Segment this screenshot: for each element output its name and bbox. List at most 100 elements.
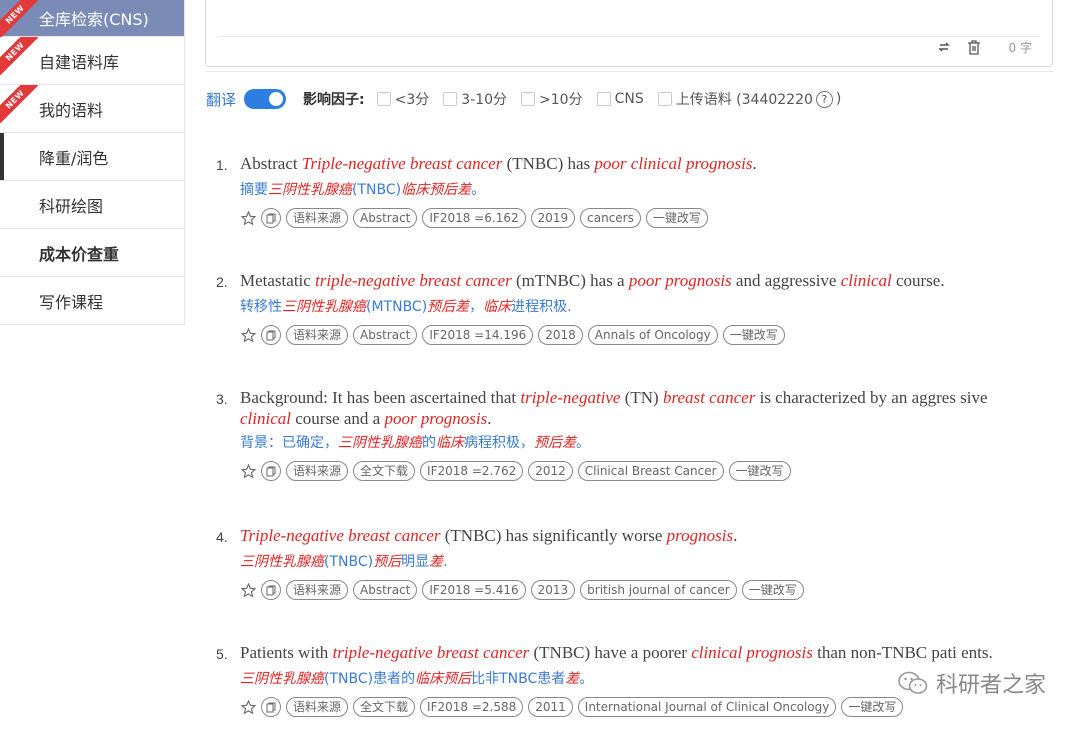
swap-icon[interactable] <box>935 38 953 56</box>
sidebar-item-full-search[interactable]: NEW 全库检索(CNS) <box>0 0 185 38</box>
filter-if-gt10[interactable]: >10分 <box>521 89 583 109</box>
filter-cns[interactable]: CNS <box>596 91 644 107</box>
year-tag[interactable]: 2012 <box>528 461 573 481</box>
sidebar-item-plagiarism-check[interactable]: 成本价查重 <box>0 229 185 277</box>
result-english: 2. Metastatic triple-negative breast canc… <box>216 270 1028 293</box>
copy-icon[interactable] <box>261 580 281 600</box>
impact-factor-tag[interactable]: IF2018 =14.196 <box>422 325 534 345</box>
highlight-term: poor clinical prognosis <box>594 154 753 173</box>
highlight-term: 临床预后 <box>415 671 472 687</box>
copy-icon[interactable] <box>261 461 281 481</box>
result-english-text: Triple-negative breast cancer (TNBC) has… <box>240 525 1028 548</box>
result-item: 2. Metastatic triple-negative breast canc… <box>216 270 1028 345</box>
checkbox[interactable] <box>376 92 391 106</box>
sidebar-item-custom-corpus[interactable]: NEW 自建语料库 <box>0 37 185 85</box>
type-tag[interactable]: Abstract <box>353 580 418 600</box>
highlight-term: triple-negative breast cancer <box>332 643 530 662</box>
impact-factor-tag[interactable]: IF2018 =2.588 <box>420 697 524 717</box>
word-count: 0 字 <box>1008 40 1032 55</box>
checkbox[interactable] <box>521 92 536 106</box>
divider <box>205 71 1053 72</box>
star-icon[interactable] <box>240 699 256 715</box>
highlight-term: clinical <box>240 409 291 428</box>
rewrite-button[interactable]: 一键改写 <box>841 697 904 717</box>
result-english-text: Abstract Triple-negative breast cancer (… <box>240 153 1028 176</box>
result-english-text: Patients with triple-negative breast can… <box>240 642 1028 665</box>
journal-tag[interactable]: International Journal of Clinical Oncolo… <box>577 697 837 717</box>
journal-tag[interactable]: british journal of cancer <box>580 580 737 600</box>
text-segment: Abstract <box>240 154 302 173</box>
sidebar-item-writing-course[interactable]: 写作课程 <box>0 277 185 325</box>
rewrite-button[interactable]: 一键改写 <box>728 461 791 481</box>
source-tag[interactable]: 语料来源 <box>286 697 349 717</box>
editor-toolbar: 0 字 <box>935 38 1032 56</box>
star-icon[interactable] <box>240 582 256 598</box>
star-icon[interactable] <box>240 327 256 343</box>
highlight-term: prognosis <box>666 526 734 545</box>
type-tag[interactable]: Abstract <box>353 208 418 228</box>
checkbox[interactable] <box>443 92 458 106</box>
journal-tag[interactable]: Annals of Oncology <box>587 325 718 345</box>
result-translation: 背景：已确定，三阴性乳腺癌的临床病程积极，预后差。 <box>240 433 1028 453</box>
highlight-term: 临床预后差 <box>401 182 472 198</box>
impact-factor-tag[interactable]: IF2018 =5.416 <box>422 580 526 600</box>
copy-icon[interactable] <box>261 208 281 228</box>
translate-toggle[interactable] <box>244 89 287 109</box>
source-tag[interactable]: 语料来源 <box>286 461 349 481</box>
filter-if-3-10[interactable]: 3-10分 <box>443 89 507 109</box>
new-badge: NEW <box>0 85 38 123</box>
sidebar-item-my-corpus[interactable]: NEW 我的语料 <box>0 85 185 133</box>
impact-factor-tag[interactable]: IF2018 =6.162 <box>422 208 526 228</box>
source-tag[interactable]: 语料来源 <box>286 580 349 600</box>
text-segment: 。 <box>576 435 590 451</box>
type-tag[interactable]: Abstract <box>353 325 418 345</box>
sidebar-item-drawing[interactable]: 科研绘图 <box>0 181 185 229</box>
filter-if-lt3[interactable]: <3分 <box>376 89 429 109</box>
result-tags: 语料来源 全文下载 IF2018 =2.588 2011 International J… <box>240 697 1028 717</box>
year-tag[interactable]: 2018 <box>538 325 583 345</box>
divider <box>218 36 1040 37</box>
text-segment: Background: It has been ascertained that <box>240 388 521 407</box>
text-segment: Patients with <box>240 643 333 662</box>
trash-icon[interactable] <box>965 38 983 56</box>
journal-tag[interactable]: cancers <box>580 208 641 228</box>
filter-uploaded-corpus[interactable]: 上传语料 (34402220 ? ) <box>657 89 841 109</box>
text-segment: ， <box>469 299 484 315</box>
journal-tag[interactable]: Clinical Breast Cancer <box>577 461 724 481</box>
star-icon[interactable] <box>240 463 256 479</box>
source-tag[interactable]: 语料来源 <box>286 325 349 345</box>
impact-factor-tag[interactable]: IF2018 =2.762 <box>420 461 524 481</box>
source-tag[interactable]: 语料来源 <box>286 208 349 228</box>
year-tag[interactable]: 2013 <box>530 580 576 600</box>
rewrite-button[interactable]: 一键改写 <box>645 208 708 228</box>
search-text-area[interactable]: 0 字 <box>205 0 1053 67</box>
year-tag[interactable]: 2011 <box>528 697 573 717</box>
text-segment: 病程积极， <box>464 435 534 451</box>
checkbox[interactable] <box>657 92 672 106</box>
year-tag[interactable]: 2019 <box>530 208 576 228</box>
result-english: 3. Background: It has been ascertained th… <box>216 387 1028 429</box>
type-tag[interactable]: 全文下载 <box>353 461 416 481</box>
help-icon[interactable]: ? <box>815 90 833 108</box>
result-number: 5. <box>216 646 228 662</box>
copy-icon[interactable] <box>261 697 281 717</box>
checkbox[interactable] <box>596 92 611 106</box>
sidebar-item-polish[interactable]: 降重/润色 <box>0 133 185 181</box>
sidebar-item-label: 科研绘图 <box>39 196 104 216</box>
text-segment: course and a <box>290 409 385 428</box>
text-segment: 明显 <box>401 554 430 570</box>
text-segment: 摘要 <box>240 182 268 198</box>
rewrite-button[interactable]: 一键改写 <box>741 580 804 600</box>
text-segment: (TNBC) has significantly worse <box>440 526 667 545</box>
translate-label: 翻译 <box>206 90 237 109</box>
text-segment: 的 <box>422 435 436 451</box>
rewrite-button[interactable]: 一键改写 <box>722 325 785 345</box>
text-segment: 比非TNBC患者 <box>471 671 566 687</box>
result-english: 4. Triple-negative breast cancer (TNBC) h… <box>216 525 1028 548</box>
result-number: 1. <box>216 157 228 173</box>
new-badge: NEW <box>0 37 38 75</box>
copy-icon[interactable] <box>261 325 281 345</box>
star-icon[interactable] <box>240 210 256 226</box>
type-tag[interactable]: 全文下载 <box>353 697 416 717</box>
text-segment: (TN) <box>620 388 663 407</box>
